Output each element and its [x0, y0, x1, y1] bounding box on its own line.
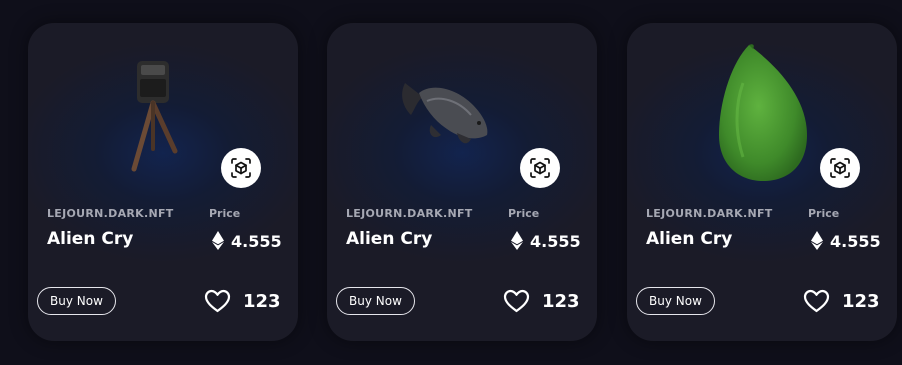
- tripod-robot-artwork: [131, 61, 178, 172]
- ar-view-button[interactable]: [820, 148, 860, 188]
- ar-cube-icon: [530, 158, 550, 178]
- nft-title: Alien Cry: [47, 229, 134, 249]
- like-count: 123: [542, 291, 580, 312]
- collection-name: LEJOURN.DARK.NFT: [47, 207, 174, 220]
- price-value: 4.555: [530, 232, 581, 251]
- like-count: 123: [842, 291, 880, 312]
- nft-title: Alien Cry: [646, 229, 733, 249]
- collection-name: LEJOURN.DARK.NFT: [346, 207, 473, 220]
- buy-now-button[interactable]: Buy Now: [37, 287, 116, 315]
- price-value: 4.555: [830, 232, 881, 251]
- heart-icon[interactable]: [204, 289, 231, 313]
- collection-name: LEJOURN.DARK.NFT: [646, 207, 773, 220]
- nft-title: Alien Cry: [346, 229, 433, 249]
- nft-card[interactable]: LEJOURN.DARK.NFT Alien Cry Price 4.555 B…: [28, 23, 298, 341]
- nft-card[interactable]: LEJOURN.DARK.NFT Alien Cry Price 4.555 B…: [627, 23, 897, 341]
- ar-view-button[interactable]: [221, 148, 261, 188]
- heart-icon[interactable]: [803, 289, 830, 313]
- nft-card[interactable]: LEJOURN.DARK.NFT Alien Cry Price 4.555 B…: [327, 23, 597, 341]
- dark-fish-artwork: [402, 83, 488, 144]
- buy-now-button[interactable]: Buy Now: [336, 287, 415, 315]
- price-label: Price: [808, 207, 840, 220]
- ethereum-icon: [212, 231, 224, 250]
- ar-cube-icon: [830, 158, 850, 178]
- green-papaya-artwork: [719, 44, 807, 181]
- ethereum-icon: [811, 231, 823, 250]
- like-count: 123: [243, 291, 281, 312]
- price-value: 4.555: [231, 232, 282, 251]
- heart-icon[interactable]: [503, 289, 530, 313]
- ar-cube-icon: [231, 158, 251, 178]
- ethereum-icon: [511, 231, 523, 250]
- ar-view-button[interactable]: [520, 148, 560, 188]
- price-label: Price: [508, 207, 540, 220]
- price-label: Price: [209, 207, 241, 220]
- buy-now-button[interactable]: Buy Now: [636, 287, 715, 315]
